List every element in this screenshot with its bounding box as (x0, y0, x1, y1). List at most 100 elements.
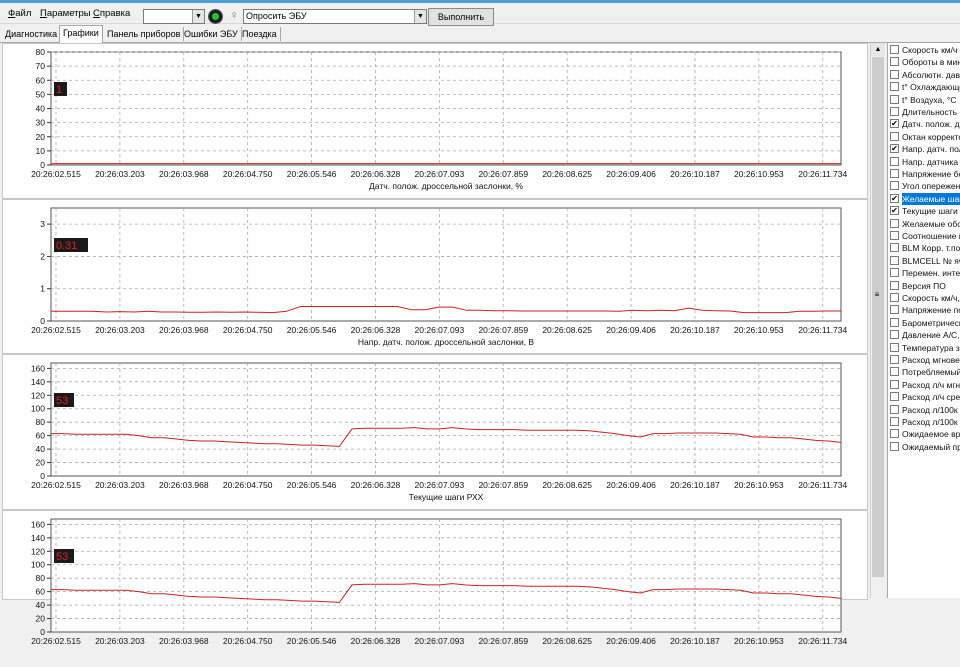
param-item[interactable]: Расход л/ч мгн (890, 379, 960, 391)
param-item[interactable]: Напряжение по (890, 304, 960, 316)
chart-idle-steps: 20:26:02.515 20:26:03.203 20:26:03.968 20:2… (31, 362, 848, 502)
scroll-thumb[interactable] (872, 57, 884, 577)
param-item[interactable]: Расход л/ч сре (890, 391, 960, 403)
param-checkbox[interactable] (890, 293, 899, 302)
param-checkbox[interactable] (890, 342, 899, 352)
chevron-down-icon[interactable]: ▼ (192, 10, 204, 23)
param-checkbox[interactable]: ✔ (890, 193, 899, 203)
param-checkbox[interactable]: ✔ (890, 119, 899, 129)
param-item[interactable]: Давление А/С, (890, 329, 960, 341)
param-item[interactable]: Барометрическ (890, 317, 960, 329)
x-tick-label: 20:26:02.515 (31, 636, 81, 646)
param-item[interactable]: Длительность (890, 106, 960, 118)
menu-file[interactable]: Файл (8, 8, 31, 19)
param-item[interactable]: Ожидаемый пр (890, 441, 960, 453)
param-item[interactable]: Расход л/100к (890, 416, 960, 428)
y-tick-label: 120 (31, 390, 45, 400)
param-checkbox[interactable] (890, 280, 899, 290)
param-item[interactable]: ✔ Желаемые шаг (890, 192, 960, 205)
splitter-grip-icon[interactable]: ≡ (873, 290, 881, 300)
param-checkbox[interactable] (890, 181, 899, 191)
param-checkbox[interactable] (890, 94, 899, 104)
param-item[interactable]: Напряжение бо (890, 168, 960, 180)
param-checkbox[interactable]: ✔ (890, 144, 899, 154)
param-item[interactable]: Потребляемый (890, 366, 960, 378)
param-item[interactable]: Перемен. интег (890, 267, 960, 279)
param-checkbox[interactable] (890, 255, 899, 265)
param-checkbox[interactable] (890, 156, 899, 166)
param-item[interactable]: t° Охлаждающе (890, 81, 960, 93)
param-checkbox[interactable]: ✔ (890, 206, 899, 216)
param-checkbox[interactable] (890, 367, 899, 377)
x-tick-label: 20:26:04.750 (223, 169, 273, 179)
lightbulb-icon[interactable]: ♀ (227, 7, 241, 23)
param-checkbox[interactable] (890, 441, 899, 451)
x-tick-label: 20:26:10.953 (734, 169, 784, 179)
menu-help[interactable]: Справка (93, 8, 130, 19)
param-checkbox[interactable] (890, 243, 899, 253)
param-item[interactable]: Скорость км/ч (890, 44, 960, 56)
param-checkbox[interactable] (890, 107, 899, 116)
param-checkbox[interactable] (890, 45, 899, 54)
param-checkbox[interactable] (890, 317, 899, 327)
x-tick-label: 20:26:10.953 (734, 325, 784, 335)
param-checkbox[interactable] (890, 330, 899, 340)
param-checkbox[interactable] (890, 417, 899, 426)
x-tick-label: 20:26:08.625 (542, 636, 592, 646)
ecu-action-select[interactable]: Опросить ЭБУ ▼ (243, 9, 427, 24)
param-checkbox[interactable] (890, 355, 899, 364)
x-tick-label: 20:26:10.187 (670, 480, 720, 490)
param-checkbox[interactable] (890, 379, 899, 389)
param-item[interactable]: Температура з (890, 342, 960, 354)
param-item[interactable]: ✔ Датч. полож. д (890, 118, 960, 130)
param-checkbox[interactable] (890, 268, 899, 278)
tab-diagnostics[interactable]: Диагностика (2, 27, 62, 41)
param-item[interactable]: Расход мгновен (890, 354, 960, 366)
x-tick-label: 20:26:06.328 (351, 636, 401, 646)
charts-scrollbar[interactable]: ▲ (870, 43, 885, 598)
param-checkbox[interactable] (890, 218, 899, 228)
param-item[interactable]: Расход л/100к (890, 404, 960, 416)
chart-desired-idle-steps: 20:26:02.515 20:26:03.203 20:26:03.968 20:2… (31, 518, 848, 646)
tab-dashboard[interactable]: Панель приборов (104, 27, 185, 41)
param-checkbox[interactable] (890, 404, 899, 414)
param-item[interactable]: ✔ Напр. датч. пол (890, 143, 960, 155)
param-item[interactable]: Напр. датчика (890, 156, 960, 168)
param-item[interactable]: Скорость км/ч, (890, 292, 960, 304)
param-item[interactable]: ✔ Текущие шаги (890, 205, 960, 217)
x-tick-label: 20:26:08.625 (542, 480, 592, 490)
tab-ecu-errors[interactable]: Ошибки ЭБУ (181, 27, 242, 41)
connect-indicator-button[interactable] (208, 9, 223, 24)
param-item[interactable]: BLM Корр. т.по (890, 242, 960, 254)
y-tick-label: 3 (40, 219, 45, 229)
x-tick-label: 20:26:03.968 (159, 480, 209, 490)
menu-parameters[interactable]: Параметры (40, 8, 91, 19)
param-item[interactable]: Угол опережен (890, 180, 960, 192)
param-checkbox[interactable] (890, 131, 899, 141)
x-tick-label: 20:26:05.546 (287, 480, 337, 490)
tab-charts[interactable]: Графики (59, 25, 103, 43)
param-checkbox[interactable] (890, 231, 899, 240)
parameter-list: Скорость км/ч Обороты в мин Абсолютн. давл… (887, 43, 960, 598)
param-checkbox[interactable] (890, 69, 899, 79)
param-item[interactable]: Соотношение в (890, 230, 960, 242)
param-checkbox[interactable] (890, 429, 899, 439)
param-item[interactable]: Версия ПО (890, 280, 960, 292)
param-checkbox[interactable] (890, 392, 899, 402)
param-item[interactable]: Обороты в мин (890, 56, 960, 68)
param-item[interactable]: BLMCELL № яч (890, 255, 960, 267)
x-tick-label: 20:26:07.859 (478, 480, 528, 490)
param-item[interactable]: Желаемые обо (890, 218, 960, 230)
param-item[interactable]: Ожидаемое вре (890, 428, 960, 440)
chevron-down-icon[interactable]: ▼ (414, 10, 426, 23)
param-item[interactable]: Октан корректо (890, 131, 960, 143)
tab-trip[interactable]: Поездка (239, 27, 281, 41)
param-checkbox[interactable] (890, 305, 899, 315)
param-checkbox[interactable] (890, 82, 899, 92)
scroll-up-icon[interactable]: ▲ (871, 43, 885, 56)
param-checkbox[interactable] (890, 169, 899, 178)
param-item[interactable]: t° Воздуха, °С (890, 94, 960, 106)
param-item[interactable]: Абсолютн. давл (890, 69, 960, 81)
param-checkbox[interactable] (890, 57, 899, 67)
port-select[interactable]: ▼ (143, 9, 205, 24)
